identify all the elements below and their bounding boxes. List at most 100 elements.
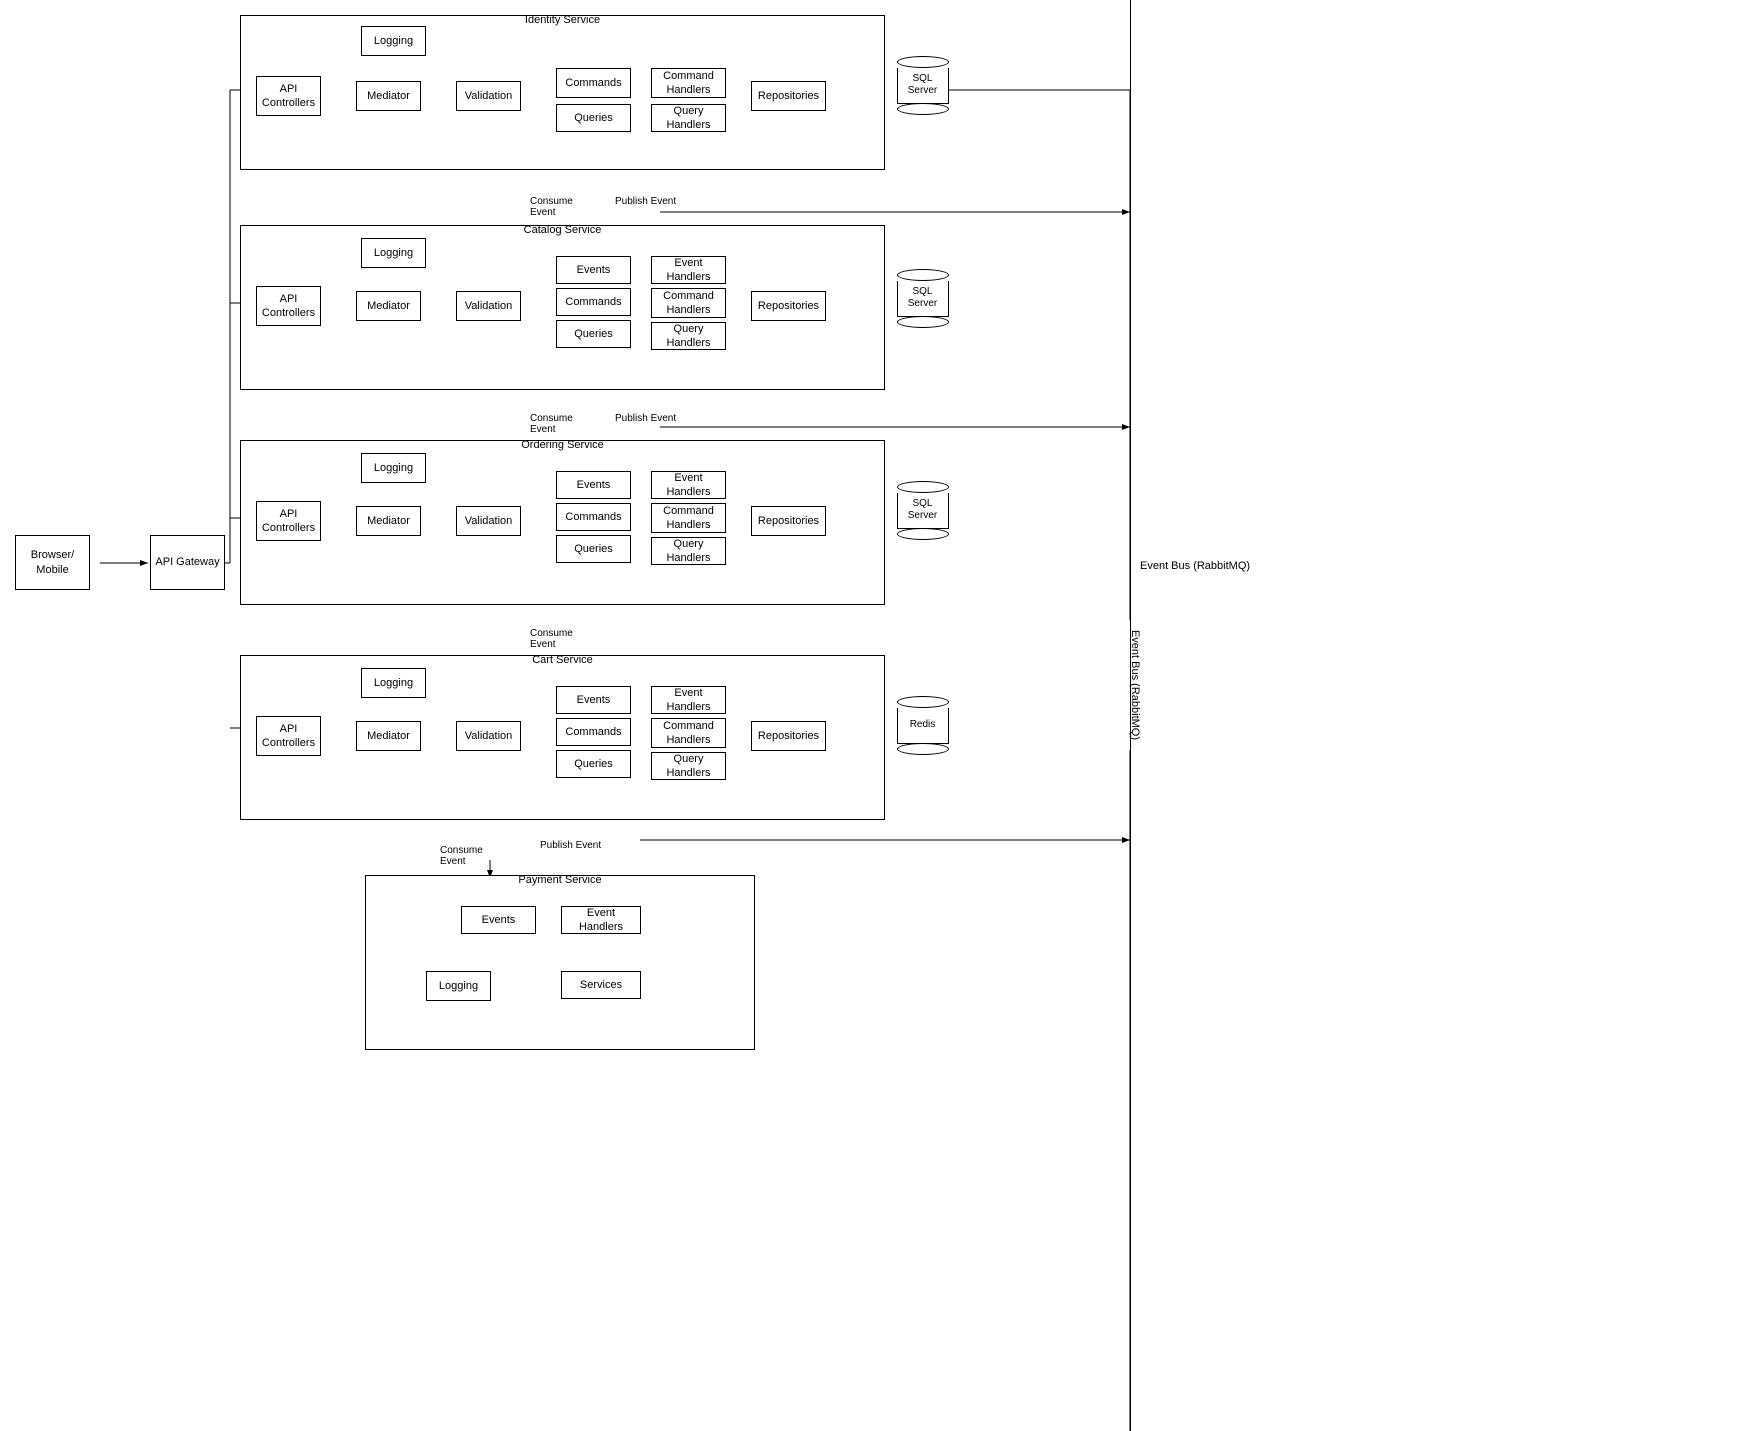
catalog-mediator-box: Mediator	[356, 291, 421, 321]
cart-commands-box: Commands	[556, 718, 631, 746]
cart-command-handlers-box: CommandHandlers	[651, 718, 726, 748]
cart-events-box: Events	[556, 686, 631, 714]
catalog-validation-box: Validation	[456, 291, 521, 321]
catalog-events-label: Events	[577, 263, 611, 277]
ordering-event-handlers-box: Event Handlers	[651, 471, 726, 499]
cart-mediator-box: Mediator	[356, 721, 421, 751]
cart-events-label: Events	[577, 693, 611, 707]
cart-api-controllers-box: APIControllers	[256, 716, 321, 756]
catalog-query-handlers-label: Query Handlers	[654, 322, 723, 351]
identity-commands-box: Commands	[556, 68, 631, 98]
identity-query-handlers-box: Query Handlers	[651, 104, 726, 132]
ordering-command-handlers-box: CommandHandlers	[651, 503, 726, 533]
cart-repositories-label: Repositories	[758, 729, 819, 743]
cart-mediator-label: Mediator	[367, 729, 410, 743]
cart-validation-box: Validation	[456, 721, 521, 751]
cart-service-label: Cart Service	[532, 654, 593, 666]
event-bus-line	[1130, 0, 1131, 1431]
ordering-repositories-box: Repositories	[751, 506, 826, 536]
payment-publish-label: Publish Event	[540, 840, 601, 851]
catalog-events-box: Events	[556, 256, 631, 284]
identity-repositories-box: Repositories	[751, 81, 826, 111]
catalog-command-handlers-box: CommandHandlers	[651, 288, 726, 318]
ordering-event-handlers-label: Event Handlers	[654, 471, 723, 500]
payment-services-box: Services	[561, 971, 641, 999]
catalog-command-handlers-label: CommandHandlers	[663, 289, 714, 318]
diagram-container: Browser/ Mobile API Gateway Event Bus (R…	[0, 0, 1741, 1431]
identity-queries-box: Queries	[556, 104, 631, 132]
ordering-logging-label: Logging	[374, 461, 413, 475]
cart-logging-label: Logging	[374, 676, 413, 690]
cart-query-handlers-label: Query Handlers	[654, 752, 723, 781]
cart-event-handlers-label: Event Handlers	[654, 686, 723, 715]
catalog-validation-label: Validation	[465, 299, 513, 313]
ordering-commands-label: Commands	[565, 510, 621, 524]
cart-api-controllers-label: APIControllers	[262, 722, 315, 751]
ordering-validation-box: Validation	[456, 506, 521, 536]
ordering-service-group: Ordering Service Logging APIControllers …	[240, 440, 885, 605]
catalog-consume-label: ConsumeEvent	[530, 196, 573, 218]
identity-service-label: Identity Service	[525, 14, 600, 26]
catalog-queries-box: Queries	[556, 320, 631, 348]
catalog-commands-label: Commands	[565, 295, 621, 309]
catalog-repositories-label: Repositories	[758, 299, 819, 313]
cart-logging-box: Logging	[361, 668, 426, 698]
ordering-mediator-label: Mediator	[367, 514, 410, 528]
ordering-validation-label: Validation	[465, 514, 513, 528]
ordering-service-label: Ordering Service	[521, 439, 604, 451]
identity-api-controllers-label: APIControllers	[262, 82, 315, 111]
catalog-service-group: Catalog Service Logging APIControllers M…	[240, 225, 885, 390]
ordering-logging-box: Logging	[361, 453, 426, 483]
cart-consume-label: ConsumeEvent	[530, 628, 573, 650]
payment-logging-label: Logging	[439, 979, 478, 993]
ordering-query-handlers-label: Query Handlers	[654, 537, 723, 566]
payment-event-handlers-box: Event Handlers	[561, 906, 641, 934]
identity-commands-label: Commands	[565, 76, 621, 90]
catalog-logging-label: Logging	[374, 246, 413, 260]
catalog-service-label: Catalog Service	[524, 224, 602, 236]
browser-mobile-box: Browser/ Mobile	[15, 535, 90, 590]
identity-validation-box: Validation	[456, 81, 521, 111]
ordering-consume-label: ConsumeEvent	[530, 413, 573, 435]
catalog-queries-label: Queries	[574, 327, 613, 341]
cart-event-handlers-box: Event Handlers	[651, 686, 726, 714]
payment-service-label: Payment Service	[518, 874, 601, 886]
ordering-events-label: Events	[577, 478, 611, 492]
cart-queries-box: Queries	[556, 750, 631, 778]
cart-repositories-box: Repositories	[751, 721, 826, 751]
event-bus-box: Event Bus (RabbitMQ)	[1115, 620, 1155, 750]
catalog-event-handlers-box: Event Handlers	[651, 256, 726, 284]
identity-mediator-box: Mediator	[356, 81, 421, 111]
api-gateway-label: API Gateway	[155, 555, 219, 569]
catalog-mediator-label: Mediator	[367, 299, 410, 313]
catalog-sql-server: SQLServer	[895, 268, 950, 328]
catalog-commands-box: Commands	[556, 288, 631, 316]
ordering-api-controllers-label: APIControllers	[262, 507, 315, 536]
identity-api-controllers-box: APIControllers	[256, 76, 321, 116]
ordering-api-controllers-box: APIControllers	[256, 501, 321, 541]
payment-consume-label: ConsumeEvent	[440, 845, 483, 867]
identity-command-handlers-label: CommandHandlers	[663, 69, 714, 98]
event-bus-label: Event Bus (RabbitMQ)	[1140, 560, 1250, 572]
cart-command-handlers-label: CommandHandlers	[663, 719, 714, 748]
catalog-query-handlers-box: Query Handlers	[651, 322, 726, 350]
identity-repositories-label: Repositories	[758, 89, 819, 103]
catalog-publish-label: Publish Event	[615, 196, 676, 207]
ordering-query-handlers-box: Query Handlers	[651, 537, 726, 565]
catalog-logging-box: Logging	[361, 238, 426, 268]
payment-event-handlers-label: Event Handlers	[564, 906, 638, 935]
cart-query-handlers-box: Query Handlers	[651, 752, 726, 780]
catalog-api-controllers-label: APIControllers	[262, 292, 315, 321]
identity-queries-label: Queries	[574, 111, 613, 125]
browser-mobile-label: Browser/ Mobile	[18, 548, 87, 577]
identity-mediator-label: Mediator	[367, 89, 410, 103]
ordering-sql-server: SQLServer	[895, 480, 950, 540]
identity-query-handlers-label: Query Handlers	[654, 104, 723, 133]
identity-validation-label: Validation	[465, 89, 513, 103]
payment-logging-box: Logging	[426, 971, 491, 1001]
payment-events-label: Events	[482, 913, 516, 927]
cart-validation-label: Validation	[465, 729, 513, 743]
identity-service-group: Identity Service Logging APIControllers …	[240, 15, 885, 170]
ordering-repositories-label: Repositories	[758, 514, 819, 528]
ordering-queries-box: Queries	[556, 535, 631, 563]
